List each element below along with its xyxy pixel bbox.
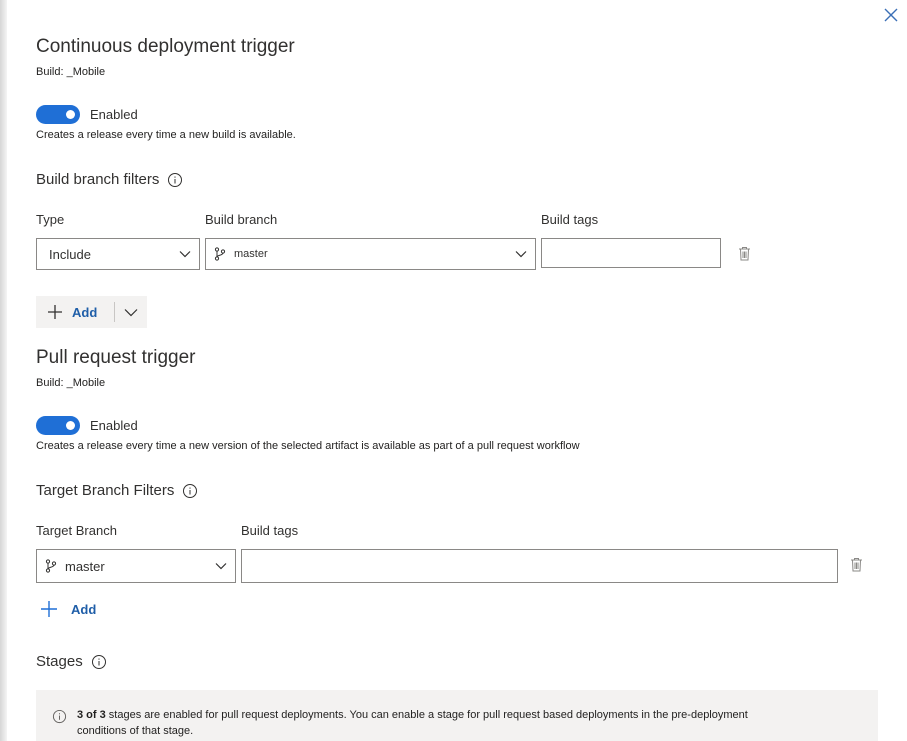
toggle-knob [66, 110, 75, 119]
target-build-tags-column-label: Build tags [241, 523, 299, 538]
info-icon[interactable] [167, 172, 183, 188]
target-branch-column-label: Target Branch [36, 523, 117, 538]
target-branch-value: master [65, 558, 105, 574]
trash-icon [850, 557, 862, 571]
trash-icon [738, 246, 750, 260]
target-branch-filters-title: Target Branch Filters [36, 482, 175, 499]
add-label: Add [72, 304, 98, 320]
type-column-label: Type [36, 212, 65, 227]
build-branch-dropdown[interactable]: master [205, 238, 536, 270]
branch-icon [45, 559, 57, 573]
pr-trigger-title: Pull request trigger [36, 347, 196, 368]
type-dropdown-value: Include [49, 246, 91, 262]
target-build-tags-input[interactable] [241, 549, 838, 583]
close-icon [884, 8, 898, 22]
cd-enabled-toggle-row: Enabled [36, 105, 138, 124]
info-icon[interactable] [182, 483, 198, 499]
info-icon [52, 709, 67, 724]
chevron-down-icon [515, 251, 527, 258]
add-branch-filter-split-button: Add [36, 296, 147, 328]
plus-icon [41, 601, 57, 617]
panel-edge-shadow [0, 0, 7, 741]
build-branch-filters-header: Build branch filters [36, 171, 183, 188]
info-icon[interactable] [91, 654, 107, 670]
chevron-down-icon [179, 251, 191, 258]
stages-info-line-1: stages are enabled for pull request depl… [105, 709, 748, 721]
pr-enabled-label: Enabled [90, 418, 138, 433]
cd-description: Creates a release every time a new build… [36, 129, 296, 141]
pr-build-label: Build: _Mobile [36, 377, 106, 389]
branch-icon [214, 247, 226, 261]
cd-enabled-label: Enabled [90, 107, 138, 122]
build-branch-value: master [234, 248, 268, 260]
stages-info-line-2: conditions of that stage. [77, 725, 194, 737]
cd-enabled-toggle[interactable] [36, 105, 80, 124]
stages-count: 3 of 3 [77, 709, 106, 721]
target-branch-dropdown[interactable]: master [36, 549, 236, 583]
pr-enabled-toggle-row: Enabled [36, 416, 138, 435]
toggle-knob [66, 421, 75, 430]
pr-description: Creates a release every time a new versi… [36, 440, 580, 452]
type-dropdown[interactable]: Include [36, 238, 200, 270]
add-branch-filter-button[interactable]: Add [36, 296, 114, 328]
delete-target-filter-button[interactable] [847, 554, 865, 574]
chevron-down-icon [215, 563, 227, 570]
cd-trigger-title: Continuous deployment trigger [36, 36, 295, 57]
add-options-dropdown-button[interactable] [115, 296, 147, 328]
cd-build-label: Build: _Mobile [36, 66, 106, 78]
chevron-down-icon [124, 308, 138, 316]
stages-info-message: 3 of 3 stages are enabled for pull reque… [36, 690, 878, 741]
target-branch-filters-header: Target Branch Filters [36, 482, 198, 499]
build-branch-column-label: Build branch [205, 212, 278, 227]
pr-enabled-toggle[interactable] [36, 416, 80, 435]
stages-info-text: 3 of 3 stages are enabled for pull reque… [77, 707, 748, 741]
build-branch-filters-title: Build branch filters [36, 171, 160, 188]
stages-header: Stages [36, 653, 107, 670]
add-target-filter-button[interactable]: Add [41, 601, 96, 617]
add-target-label: Add [71, 601, 97, 617]
delete-filter-button[interactable] [735, 243, 753, 263]
close-button[interactable] [880, 4, 902, 26]
stages-title: Stages [36, 653, 83, 670]
plus-icon [48, 305, 62, 319]
build-tags-input[interactable] [541, 238, 721, 268]
build-tags-column-label: Build tags [541, 212, 599, 227]
